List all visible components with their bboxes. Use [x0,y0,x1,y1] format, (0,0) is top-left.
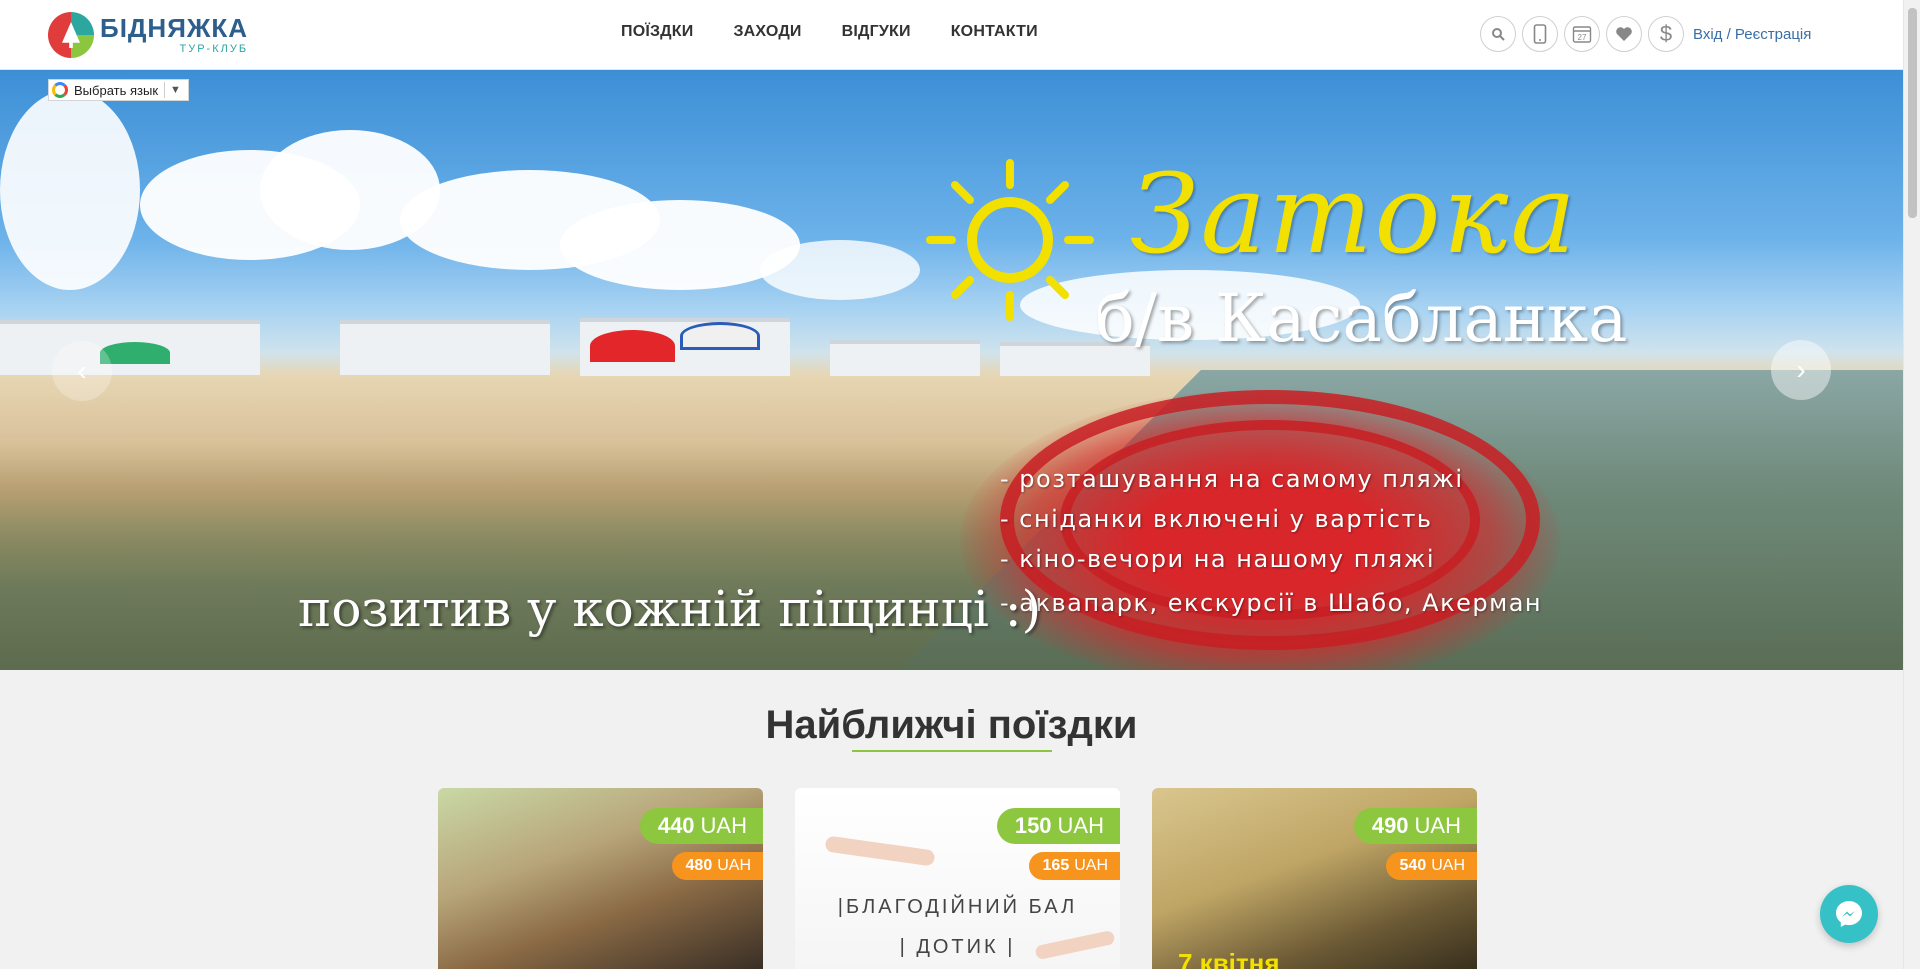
search-icon[interactable] [1480,16,1516,52]
old-price-value: 480 [685,857,713,874]
section-title: Найближчі поїздки [765,703,1138,747]
price-currency: UAH [1057,813,1104,838]
scrollbar-thumb[interactable] [1908,8,1917,218]
nav-events[interactable]: ЗАХОДИ [733,23,801,41]
hero-slogan: позитив у кожній піщинці :) [298,580,1042,638]
price-badge: 150 UAH [996,808,1120,844]
title-underline [852,750,1052,752]
hero-slider: Затока б/в Касабланка - розташування на … [0,70,1903,670]
old-price-badge: 165 UAH [1028,852,1120,880]
page: БІДНЯЖКА ТУР-КЛУБ ПОЇЗДКИ ЗАХОДИ ВІДГУКИ… [0,0,1920,969]
old-price-badge: 480 UAH [671,852,763,880]
price-currency: UAH [700,813,747,838]
header-tools: 27 $ Вхід / Реєстрація [1480,16,1811,52]
nav-trips[interactable]: ПОЇЗДКИ [621,23,693,41]
hero-subtitle: б/в Касабланка [1095,280,1628,357]
price-value: 150 [1014,813,1052,838]
old-price-currency: UAH [717,857,751,874]
hero-feature: - розташування на самому пляжі [1000,465,1464,493]
old-price-currency: UAH [1074,857,1108,874]
dollar-icon[interactable]: $ [1648,16,1684,52]
old-price-value: 165 [1042,857,1070,874]
old-price-value: 540 [1399,857,1427,874]
price-badge: 440 UAH [639,808,763,844]
dropdown-arrow-icon: ▼ [170,84,181,96]
price-badge: 490 UAH [1353,808,1477,844]
nav-contacts[interactable]: КОНТАКТИ [951,23,1038,41]
trip-card[interactable]: 440 UAH 480 UAH [438,788,763,969]
language-select[interactable]: Выбрать язык ▼ [48,79,189,101]
old-price-currency: UAH [1431,857,1465,874]
logo-icon [48,12,94,58]
page-scrollbar[interactable] [1903,0,1920,969]
trip-card[interactable]: 150 UAH 165 UAH |БЛАГОДІЙНИЙ БАЛ | ДОТИК… [795,788,1120,969]
logo-subtitle: ТУР-КЛУБ [179,43,249,55]
main-nav: ПОЇЗДКИ ЗАХОДИ ВІДГУКИ КОНТАКТИ [621,23,1038,41]
card-caption: |БЛАГОДІЙНИЙ БАЛ [837,896,1078,918]
calendar-icon[interactable]: 27 [1564,16,1600,52]
nav-reviews[interactable]: ВІДГУКИ [842,23,911,41]
price-currency: UAH [1414,813,1461,838]
price-value: 440 [657,813,695,838]
phone-icon[interactable] [1522,16,1558,52]
messenger-chat-button[interactable] [1820,885,1878,943]
old-price-badge: 540 UAH [1385,852,1477,880]
price-value: 490 [1371,813,1409,838]
sun-icon [926,159,1094,321]
slider-prev-button[interactable]: ‹ [52,341,112,401]
language-select-label: Выбрать язык [74,82,159,98]
chevron-left-icon: ‹ [77,355,87,386]
hero-feature: - сніданки включені у вартість [1000,505,1433,533]
trip-card[interactable]: 490 UAH 540 UAH 7 квітня [1152,788,1477,969]
hero-features: - розташування на самому пляжі - сніданк… [1000,465,1542,629]
slider-next-button[interactable]: › [1771,340,1831,400]
card-caption: | ДОТИК | [899,936,1016,958]
google-icon [52,82,68,98]
calendar-day: 27 [1578,33,1587,42]
card-date: 7 квітня [1178,948,1280,969]
chevron-right-icon: › [1796,354,1806,385]
messenger-icon [1836,901,1862,927]
logo-name: БІДНЯЖКА [100,13,249,43]
hero-feature: - кіно-вечори на нашому пляжі [1000,545,1435,573]
trip-cards: 440 UAH 480 UAH 150 UAH 165 UAH |БЛАГОДІ… [438,788,1477,969]
logo[interactable]: БІДНЯЖКА ТУР-КЛУБ [48,12,248,58]
hero-title: Затока [1130,150,1578,278]
heart-icon[interactable] [1606,16,1642,52]
site-header: БІДНЯЖКА ТУР-КЛУБ ПОЇЗДКИ ЗАХОДИ ВІДГУКИ… [0,0,1903,70]
login-register-link[interactable]: Вхід / Реєстрація [1693,26,1811,43]
hero-feature: - аквапарк, екскурсії в Шабо, Акерман [1000,589,1543,617]
